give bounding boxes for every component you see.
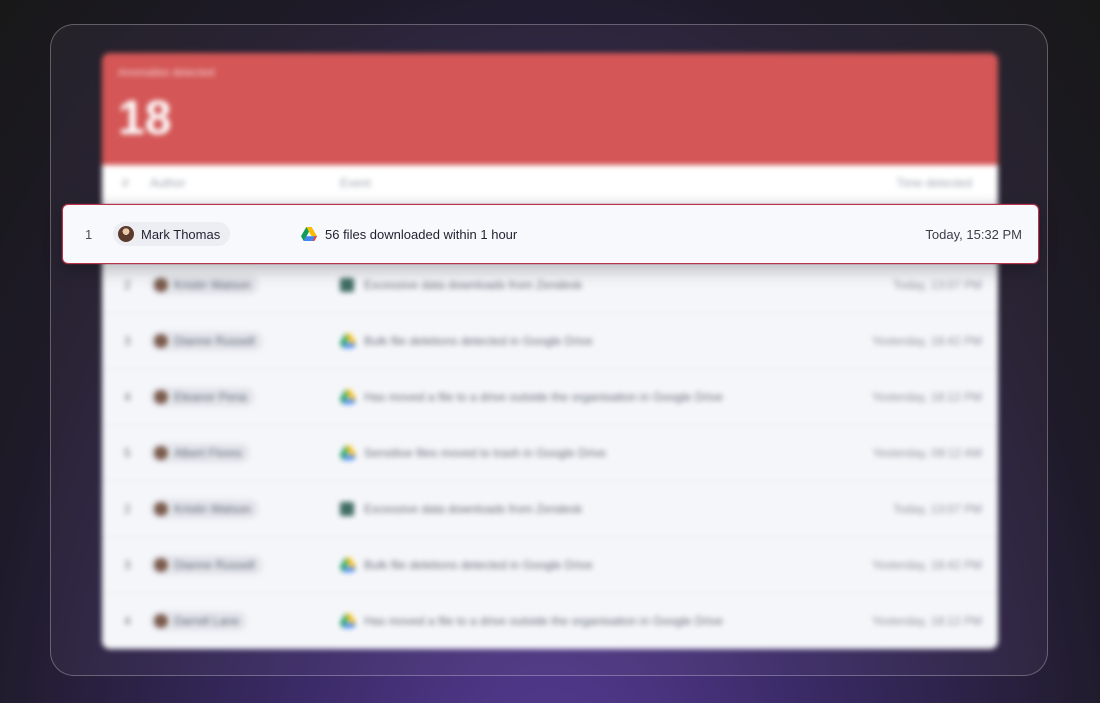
anomalies-label: Anomalies detected <box>118 67 215 79</box>
event-text: Sensitive files moved to trash in Google… <box>364 446 607 460</box>
anomalies-count: 18 <box>118 92 172 145</box>
row-event: Has moved a file to a drive outside the … <box>340 613 798 629</box>
column-author[interactable]: Author <box>150 176 340 190</box>
table-row[interactable]: 4 Eleanor Pena Has moved a file to a drive… <box>102 369 998 426</box>
author-chip[interactable]: Mark Thomas <box>113 222 231 246</box>
table-row[interactable]: 2 Kristin Watson Excessive data downloads … <box>102 257 998 314</box>
table-row[interactable]: 5 Albert Flores Sensitive files moved to t… <box>102 425 998 482</box>
row-number: 2 <box>124 502 131 516</box>
row-number: 3 <box>124 558 131 572</box>
author-name: Mark Thomas <box>141 226 221 242</box>
avatar <box>154 278 168 292</box>
row-number: 1 <box>85 226 93 242</box>
author-chip[interactable]: Dianne Russell <box>150 555 263 575</box>
row-number: 3 <box>124 334 131 348</box>
avatar <box>154 614 168 628</box>
row-author: Kristin Watson <box>150 499 340 519</box>
author-chip[interactable]: Darrell Lane <box>150 611 248 631</box>
avatar <box>154 502 168 516</box>
row-number: 4 <box>124 614 131 628</box>
author-chip[interactable]: Dianne Russell <box>150 331 263 351</box>
row-event: Sensitive files moved to trash in Google… <box>340 445 798 461</box>
author-chip[interactable]: Eleanor Pena <box>150 387 255 407</box>
row-author: Darrell Lane <box>150 611 340 631</box>
author-name: Kristin Watson <box>174 502 251 516</box>
row-author: Dianne Russell <box>150 331 340 351</box>
row-author: Mark Thomas <box>113 222 301 246</box>
google-drive-icon <box>301 227 317 241</box>
table-header: # Author Event Time detected <box>102 165 998 202</box>
author-name: Kristin Watson <box>174 278 251 292</box>
time-detected: Yesterday, 18:42 PM <box>871 334 982 348</box>
author-name: Darrell Lane <box>174 614 240 628</box>
avatar <box>154 390 168 404</box>
table-row[interactable]: 2 Kristin Watson Excessive data downloads … <box>102 481 998 538</box>
event-text: Has moved a file to a drive outside the … <box>364 390 723 404</box>
author-name: Dianne Russell <box>174 558 255 572</box>
time-detected: Yesterday, 18:12 PM <box>871 390 982 404</box>
google-drive-icon <box>340 334 356 348</box>
highlighted-anomaly-row[interactable]: 1 Mark Thomas 56 files downloaded within… <box>62 204 1039 264</box>
column-number: # <box>122 176 129 190</box>
column-event[interactable]: Event <box>340 176 798 190</box>
row-number: 5 <box>124 446 131 460</box>
avatar <box>154 334 168 348</box>
time-detected: Yesterday, 18:42 PM <box>871 558 982 572</box>
google-drive-icon <box>340 614 356 628</box>
row-author: Albert Flores <box>150 443 340 463</box>
zendesk-icon <box>340 278 354 292</box>
avatar <box>118 226 134 242</box>
author-name: Eleanor Pena <box>174 390 247 404</box>
row-author: Kristin Watson <box>150 275 340 295</box>
row-event: Bulk file deletions detected in Google D… <box>340 557 798 573</box>
author-name: Dianne Russell <box>174 334 255 348</box>
row-event: Excessive data downloads from Zendesk <box>340 502 798 516</box>
table-row[interactable]: 3 Dianne Russell Bulk file deletions detec… <box>102 313 998 370</box>
row-number: 2 <box>124 278 131 292</box>
anomalies-panel: Anomalies detected 18 # Author Event Tim… <box>102 53 998 649</box>
avatar <box>154 446 168 460</box>
row-event: Excessive data downloads from Zendesk <box>340 278 798 292</box>
event-text: Bulk file deletions detected in Google D… <box>364 334 593 348</box>
google-drive-icon <box>340 390 356 404</box>
time-detected: Today, 13:07 PM <box>892 278 982 292</box>
google-drive-icon <box>340 446 356 460</box>
row-event: Bulk file deletions detected in Google D… <box>340 333 798 349</box>
zendesk-icon <box>340 502 354 516</box>
time-detected: Yesterday, 18:12 PM <box>871 614 982 628</box>
author-chip[interactable]: Kristin Watson <box>150 275 259 295</box>
author-name: Albert Flores <box>174 446 243 460</box>
table-row[interactable]: 4 Darrell Lane Has moved a file to a drive… <box>102 593 998 649</box>
row-event: Has moved a file to a drive outside the … <box>340 389 798 405</box>
time-detected: Today, 13:07 PM <box>892 502 982 516</box>
row-author: Dianne Russell <box>150 555 340 575</box>
row-author: Eleanor Pena <box>150 387 340 407</box>
row-event: 56 files downloaded within 1 hour <box>301 226 838 242</box>
time-detected: Today, 15:32 PM <box>925 226 1022 242</box>
author-chip[interactable]: Kristin Watson <box>150 499 259 519</box>
event-text: Has moved a file to a drive outside the … <box>364 614 723 628</box>
anomalies-header: Anomalies detected 18 <box>102 53 998 165</box>
event-text: 56 files downloaded within 1 hour <box>325 226 518 242</box>
event-text: Excessive data downloads from Zendesk <box>364 502 583 516</box>
event-text: Bulk file deletions detected in Google D… <box>364 558 593 572</box>
avatar <box>154 558 168 572</box>
author-chip[interactable]: Albert Flores <box>150 443 251 463</box>
table-row[interactable]: 3 Dianne Russell Bulk file deletions detec… <box>102 537 998 594</box>
row-number: 4 <box>124 390 131 404</box>
column-time[interactable]: Time detected <box>798 176 998 190</box>
event-text: Excessive data downloads from Zendesk <box>364 278 583 292</box>
google-drive-icon <box>340 558 356 572</box>
time-detected: Yesterday, 09:12 AM <box>872 446 982 460</box>
